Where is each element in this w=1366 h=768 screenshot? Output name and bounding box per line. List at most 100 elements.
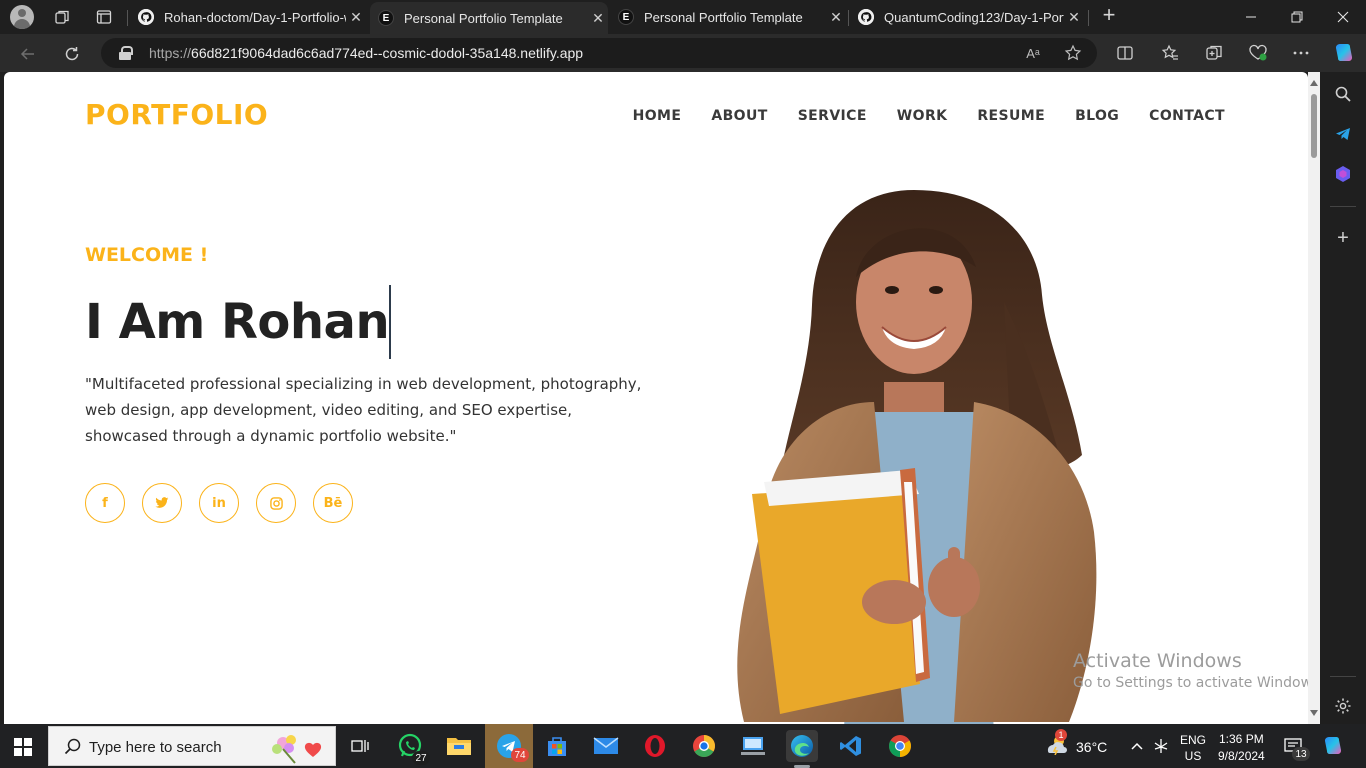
more-options-icon[interactable] [1291, 43, 1311, 63]
instagram-icon[interactable] [256, 483, 296, 523]
file-explorer-app[interactable] [443, 730, 475, 762]
workspaces-icon[interactable] [52, 7, 72, 27]
telegram-badge: 74 [511, 748, 529, 762]
nav-contact[interactable]: CONTACT [1149, 108, 1225, 124]
scroll-thumb[interactable] [1311, 94, 1317, 158]
whatsapp-app[interactable]: 27 [394, 730, 430, 765]
colorful-browser-icon [693, 735, 715, 757]
sidebar-search-icon[interactable] [1333, 84, 1353, 104]
restore-button[interactable] [1274, 0, 1320, 34]
whatsapp-badge: 27 [412, 751, 430, 765]
copilot-taskbar-icon[interactable] [1322, 735, 1344, 757]
show-hidden-icons-chevron-icon[interactable] [1128, 737, 1146, 755]
tab-bar: Rohan-doctom/Day-1-Portfolio-w ✕ E Perso… [0, 0, 1366, 34]
nav-blog[interactable]: BLOG [1075, 108, 1119, 124]
linkedin-icon[interactable]: in [199, 483, 239, 523]
address-bar[interactable]: https://66d821f9064dad6c6ad774ed--cosmic… [101, 38, 1097, 68]
opera-app[interactable] [639, 730, 671, 762]
page-viewport: PORTFOLIO HOME ABOUT SERVICE WORK RESUME… [4, 72, 1308, 724]
twitter-icon[interactable] [142, 483, 182, 523]
nav-resume[interactable]: RESUME [977, 108, 1045, 124]
remote-desktop-app[interactable] [737, 730, 769, 762]
vertical-tabs-icon[interactable] [94, 7, 114, 27]
collections-icon[interactable] [1204, 43, 1224, 63]
new-tab-button[interactable]: + [1099, 2, 1119, 27]
task-view-icon[interactable] [344, 730, 376, 762]
windows-start-button[interactable] [14, 738, 32, 756]
favorites-icon[interactable] [1160, 43, 1180, 63]
nav-work[interactable]: WORK [897, 108, 948, 124]
refresh-button[interactable] [60, 42, 84, 66]
store-icon [548, 737, 566, 756]
address-bar-row: https://66d821f9064dad6c6ad774ed--cosmic… [0, 34, 1366, 72]
scroll-down-arrow[interactable] [1310, 710, 1318, 716]
vscode-app[interactable] [835, 730, 867, 762]
elementor-icon: E [618, 9, 634, 25]
welcome-label: WELCOME ! [85, 244, 209, 266]
weather-icon[interactable]: 1 [1044, 729, 1070, 755]
network-icon[interactable] [1152, 737, 1170, 755]
github-icon [858, 9, 874, 25]
hero-description: "Multifaceted professional specializing … [85, 375, 642, 445]
behance-icon[interactable]: Bē [313, 483, 353, 523]
office-sidebar-icon[interactable] [1333, 164, 1353, 184]
add-sidebar-app-icon[interactable]: + [1333, 227, 1353, 249]
social-links: f in Bē [85, 483, 353, 523]
chromium-app[interactable] [688, 730, 720, 762]
browser-essentials-icon[interactable] [1248, 43, 1268, 63]
hero-title: I Am Rohan [85, 294, 390, 350]
mail-app[interactable] [590, 730, 622, 762]
mail-icon [593, 737, 619, 754]
read-aloud-icon[interactable]: Aᵃ [1023, 43, 1043, 63]
nav-service[interactable]: SERVICE [798, 108, 867, 124]
hero-portrait-image [737, 190, 1097, 724]
tab-github-quantum[interactable]: QuantumCoding123/Day-1-Portfo ✕ [850, 3, 1084, 31]
sidebar-settings-icon[interactable] [1333, 696, 1353, 716]
telegram-app[interactable]: 74 [485, 724, 533, 768]
flowers-search-highlight-icon [272, 735, 322, 764]
profile-avatar[interactable] [10, 5, 34, 29]
search-icon [64, 738, 81, 755]
tab-portfolio[interactable]: E Personal Portfolio Template ✕ [610, 3, 846, 31]
folder-icon [447, 738, 471, 755]
notifications-icon[interactable]: 13 [1284, 737, 1310, 761]
tab-title: Personal Portfolio Template [644, 9, 803, 25]
nav-about[interactable]: ABOUT [711, 108, 767, 124]
tab-title: Rohan-doctom/Day-1-Portfolio-w [164, 9, 346, 25]
chrome-app[interactable] [884, 730, 916, 762]
temperature[interactable]: 36°C [1076, 739, 1107, 755]
chrome-icon [889, 735, 911, 757]
favorite-star-icon[interactable] [1063, 43, 1083, 63]
lock-icon[interactable] [119, 46, 133, 60]
tab-portfolio-active[interactable]: E Personal Portfolio Template ✕ [370, 2, 608, 34]
edge-sidebar: + [1320, 72, 1366, 724]
taskbar-search[interactable]: Type here to search [48, 726, 336, 766]
edge-app[interactable] [786, 730, 818, 768]
minimize-button[interactable] [1228, 0, 1274, 34]
facebook-icon[interactable]: f [85, 483, 125, 523]
edge-icon [791, 735, 813, 757]
vertical-scrollbar[interactable] [1308, 72, 1320, 724]
close-tab-icon[interactable]: ✕ [588, 10, 608, 27]
main-nav: HOME ABOUT SERVICE WORK RESUME BLOG CONT… [633, 108, 1225, 124]
split-screen-icon[interactable] [1115, 43, 1135, 63]
copilot-icon[interactable] [1333, 42, 1355, 64]
clock[interactable]: 1:36 PM 9/8/2024 [1218, 731, 1265, 765]
nav-home[interactable]: HOME [633, 108, 682, 124]
close-tab-icon[interactable]: ✕ [1064, 9, 1084, 26]
vscode-icon [840, 736, 861, 756]
clock-time: 1:36 PM [1219, 732, 1264, 746]
telegram-sidebar-icon[interactable] [1333, 124, 1353, 144]
url-text[interactable]: https://66d821f9064dad6c6ad774ed--cosmic… [149, 45, 583, 61]
back-button[interactable] [16, 42, 40, 66]
close-tab-icon[interactable]: ✕ [826, 9, 846, 26]
site-logo[interactable]: PORTFOLIO [85, 98, 268, 131]
tab-github-rohan[interactable]: Rohan-doctom/Day-1-Portfolio-w ✕ [130, 3, 366, 31]
close-tab-icon[interactable]: ✕ [346, 9, 366, 26]
close-window-button[interactable] [1320, 0, 1366, 34]
microsoft-store-app[interactable] [541, 730, 573, 762]
tab-title: Personal Portfolio Template [404, 10, 563, 26]
input-language[interactable]: ENG US [1180, 732, 1206, 764]
scroll-up-arrow[interactable] [1310, 80, 1318, 86]
notification-count: 13 [1292, 747, 1310, 761]
